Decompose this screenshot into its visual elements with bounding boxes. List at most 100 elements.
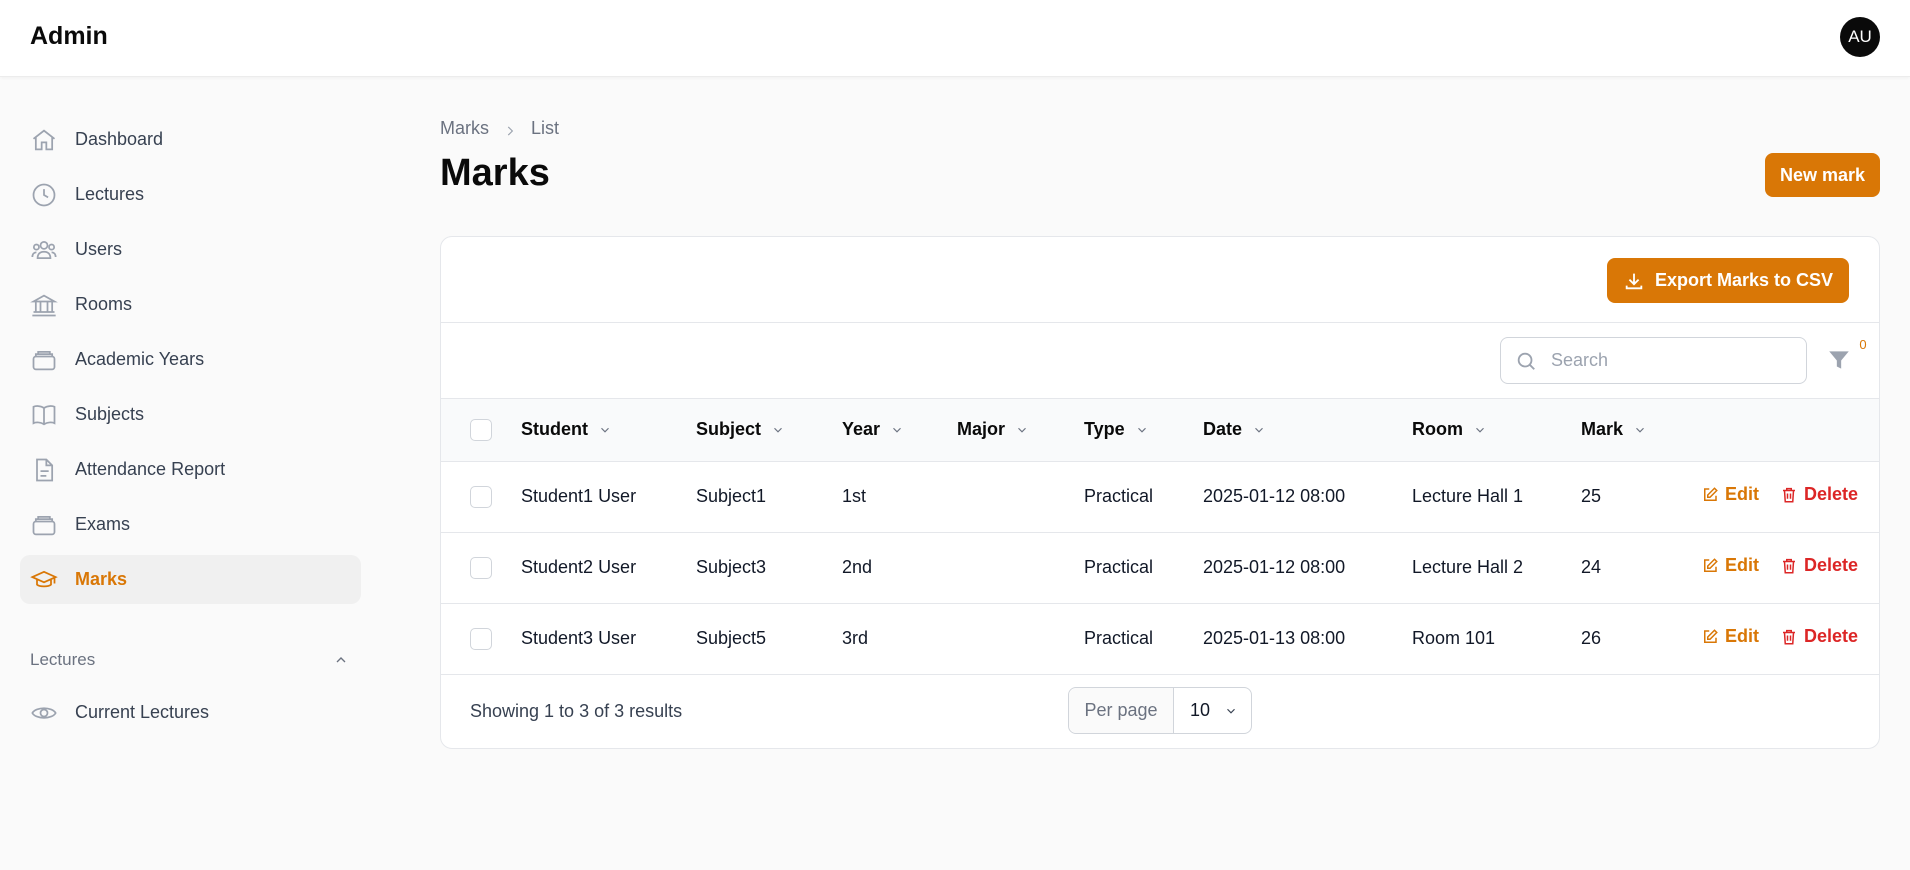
sidebar-item-marks[interactable]: Marks [20,555,361,604]
trash-icon [1783,629,1796,645]
edit-icon [1704,628,1718,643]
sidebar-item-exams[interactable]: Exams [20,500,361,549]
sidebar-group-label: Lectures [30,650,96,669]
table-row: Student2 User Subject3 2nd Practical 202… [441,532,1879,603]
sidebar-item-subjects[interactable]: Subjects [20,390,361,439]
table-footer: Showing 1 to 3 of 3 results Per page 10 [441,672,1879,748]
cell-type: Practical [1084,486,1154,506]
per-page-value[interactable]: 10 [1174,700,1238,721]
cell-year: 3rd [842,628,869,648]
card-header: Export Marks to CSV [441,237,1879,323]
top-bar: Admin AU [0,0,1910,77]
marks-table: Student Subject Year Major Type Date Roo… [441,399,1879,675]
cell-year: 2nd [842,557,873,577]
sidebar-item-label: Users [75,239,123,259]
table-toolbar: 0 [441,323,1879,399]
cell-date: 2025-01-12 08:00 [1203,557,1346,577]
sidebar-item-label: Dashboard [75,129,164,149]
sidebar-item-rooms[interactable]: Rooms [20,280,361,329]
row-checkbox[interactable] [470,485,492,508]
column-header-room[interactable]: Room [1412,419,1487,440]
download-icon [1625,273,1643,289]
sidebar-item-attendance-report[interactable]: Attendance Report [20,445,361,494]
cell-subject: Subject1 [696,486,767,506]
sidebar-item-label: Academic Years [75,349,205,369]
cell-type: Practical [1084,628,1154,648]
chevron-up-icon[interactable] [333,652,349,668]
search-input[interactable] [1551,350,1781,371]
chevron-down-icon [1636,427,1644,433]
marks-table-card: Export Marks to CSV 0 Student Subject Ye… [440,236,1880,749]
sidebar-item-label: Lectures [75,184,145,204]
sidebar-item-academic-years[interactable]: Academic Years [20,335,361,384]
delete-button[interactable]: Delete [1780,484,1858,505]
chevron-down-icon [601,427,609,433]
row-checkbox[interactable] [470,627,492,650]
edit-button[interactable]: Edit [1701,626,1759,647]
delete-button[interactable]: Delete [1780,626,1858,647]
edit-icon [1704,557,1718,572]
cell-date: 2025-01-13 08:00 [1203,628,1346,648]
export-csv-button[interactable]: Export Marks to CSV [1606,258,1849,303]
chevron-down-icon [774,427,782,433]
document-icon [30,456,58,484]
edit-button[interactable]: Edit [1701,484,1759,505]
column-header-type[interactable]: Type [1084,419,1149,440]
page-title: Marks [440,152,550,194]
column-header-subject[interactable]: Subject [696,419,785,440]
row-checkbox[interactable] [470,556,492,579]
sidebar-item-label: Subjects [75,404,145,424]
table-row: Student1 User Subject1 1st Practical 202… [441,461,1879,532]
avatar[interactable]: AU [1840,17,1880,57]
per-page-label: Per page [1069,688,1174,733]
cell-subject: Subject3 [696,557,767,577]
cell-mark: 25 [1581,486,1602,506]
chevron-right-icon [503,122,517,136]
results-summary: Showing 1 to 3 of 3 results [470,701,683,721]
edit-button[interactable]: Edit [1701,555,1759,576]
sidebar-item-label: Marks [75,569,128,589]
column-header-date[interactable]: Date [1203,419,1266,440]
sidebar-item-label: Exams [75,514,131,534]
stack-icon [30,511,58,539]
cell-subject: Subject5 [696,628,767,648]
table-header-row: Student Subject Year Major Type Date Roo… [441,399,1879,461]
clock-icon [30,181,58,209]
filter-icon [1829,351,1849,369]
sidebar-item-dashboard[interactable]: Dashboard [20,115,361,164]
cell-student: Student2 User [521,557,637,577]
sidebar-group-lectures[interactable]: Lectures [20,640,361,680]
cell-mark: 26 [1581,628,1602,648]
select-all-checkbox[interactable] [470,418,492,441]
stack-icon [30,346,58,374]
column-header-major[interactable]: Major [957,419,1029,440]
home-icon [30,126,58,154]
search-box[interactable] [1500,337,1807,384]
per-page-select[interactable]: Per page 10 [1068,687,1252,734]
sidebar-item-users[interactable]: Users [20,225,361,274]
table-row: Student3 User Subject5 3rd Practical 202… [441,603,1879,674]
column-header-year[interactable]: Year [842,419,904,440]
book-icon [30,401,58,429]
chevron-down-icon [1227,708,1235,714]
chevron-down-icon [1476,427,1484,433]
new-mark-button[interactable]: New mark [1765,153,1880,197]
export-csv-label: Export Marks to CSV [1654,270,1833,290]
cell-mark: 24 [1581,557,1602,577]
eye-icon [30,699,58,727]
brand-logo[interactable]: Admin [30,22,108,51]
breadcrumb-parent[interactable]: Marks [440,118,489,139]
trash-icon [1783,487,1796,503]
sidebar-item-lectures[interactable]: Lectures [20,170,361,219]
delete-button[interactable]: Delete [1780,555,1858,576]
cell-student: Student3 User [521,628,637,648]
cell-major [957,461,1084,532]
breadcrumb-current: List [531,118,560,138]
chevron-down-icon [1018,427,1026,433]
cell-room: Lecture Hall 2 [1412,557,1524,577]
sidebar-item-current-lectures[interactable]: Current Lectures [20,688,361,737]
column-header-mark[interactable]: Mark [1581,419,1647,440]
cell-room: Room 101 [1412,628,1496,648]
users-icon [30,236,58,264]
column-header-student[interactable]: Student [521,419,612,440]
